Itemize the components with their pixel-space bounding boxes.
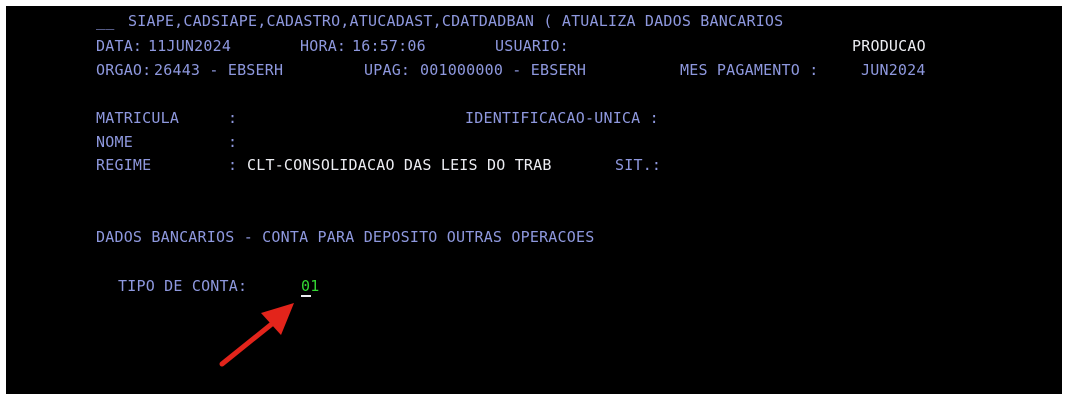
red-arrow-icon <box>219 303 294 367</box>
terminal-screen: __ SIAPE,CADSIAPE,CADASTRO,ATUCADAST,CDA… <box>6 6 1062 394</box>
